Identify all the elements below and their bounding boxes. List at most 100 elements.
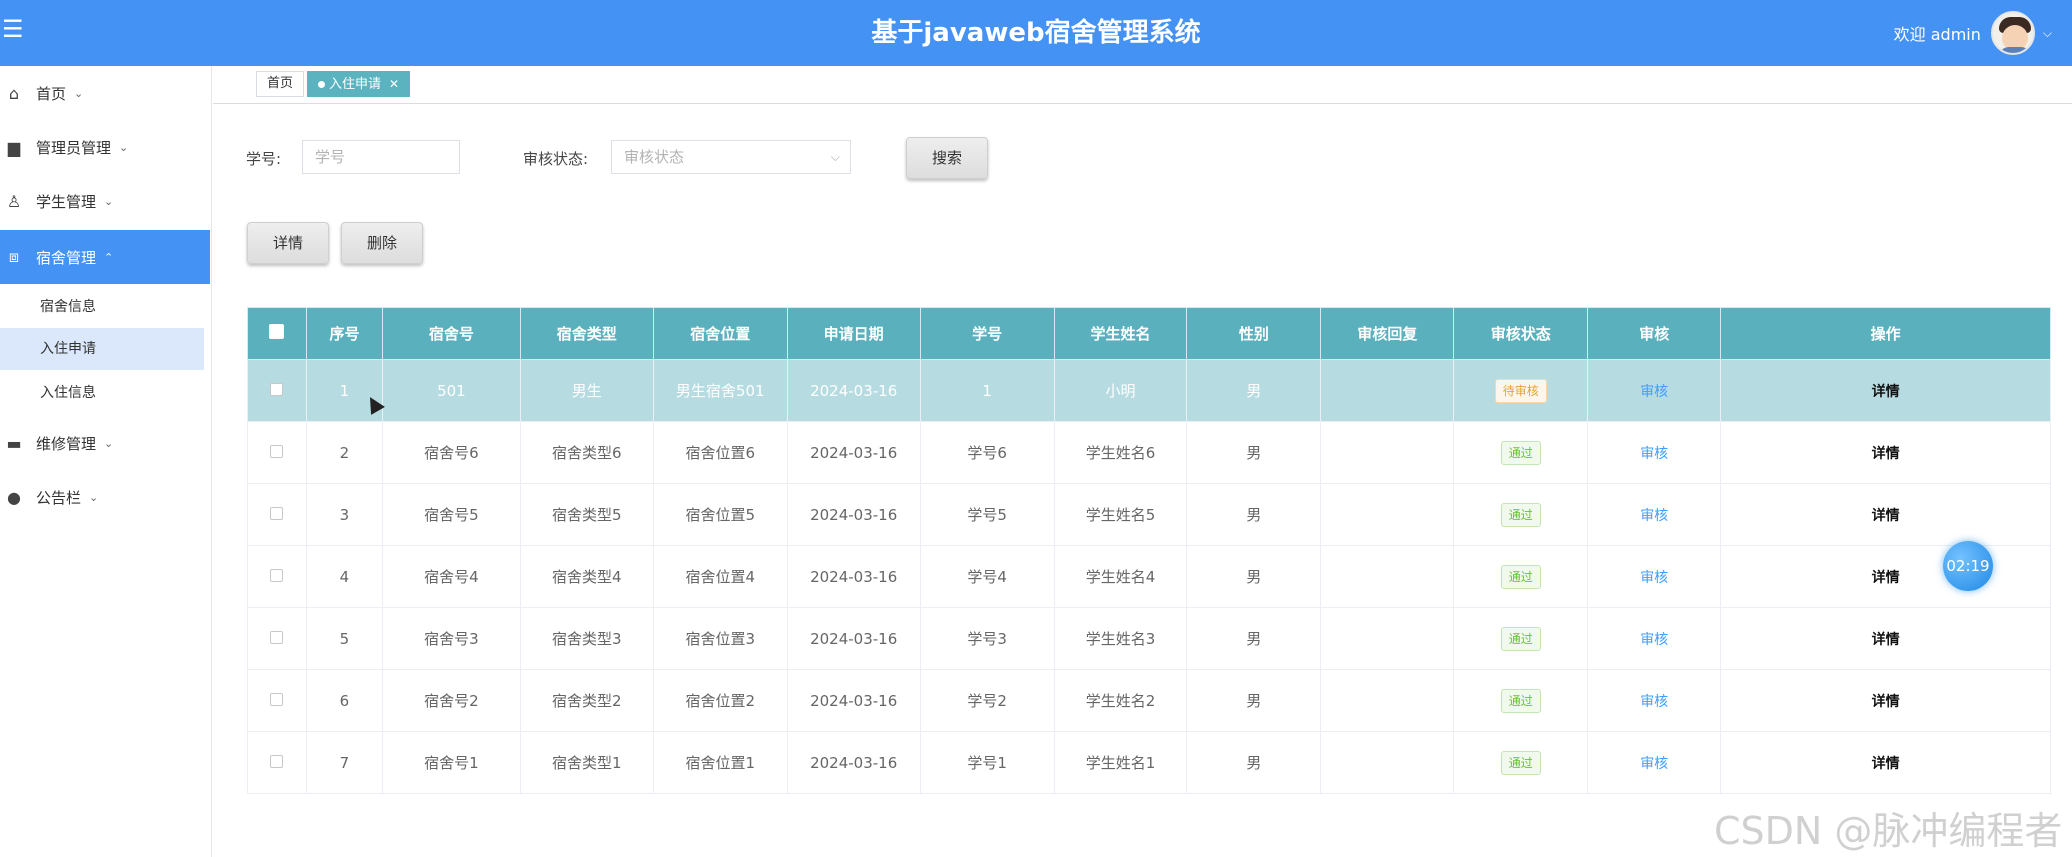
cell-student-id: 学号6	[967, 444, 1007, 462]
chip-icon: ⧈	[8, 247, 20, 266]
table-cell: 男	[1186, 731, 1322, 794]
sidebar-item-home[interactable]: ⌂ 首页 ⌄	[0, 66, 210, 120]
table-cell: 宿舍号6	[381, 421, 521, 484]
cell-gender: 男	[1246, 692, 1262, 710]
table-cell: 宿舍位置4	[652, 545, 788, 608]
table-cell: 通过	[1453, 545, 1589, 608]
sidebar-subitem-checkin-info[interactable]: 入住信息	[0, 372, 204, 414]
table-row[interactable]: 1 501 男生 男生宿舍501 2024-03-16 1 小明 男 待审核 审核 详情	[247, 359, 2051, 422]
audit-link[interactable]: 审核	[1640, 384, 1668, 400]
sidebar-item-notices[interactable]: ● 公告栏 ⌄	[0, 470, 210, 524]
chevron-up-icon: ⌃	[104, 250, 114, 264]
audit-link[interactable]: 审核	[1640, 694, 1668, 710]
table-cell: 2024-03-16	[786, 421, 921, 484]
cell-room-type: 宿舍类型3	[552, 630, 622, 648]
detail-link[interactable]: 详情	[1872, 694, 1900, 710]
row-checkbox[interactable]	[247, 359, 307, 422]
cell-index: 6	[339, 691, 350, 710]
timer-badge[interactable]: 02:19	[1943, 541, 1993, 591]
table-row[interactable]: 3 宿舍号5 宿舍类型5 宿舍位置5 2024-03-16 学号5 学生姓名5 男 通过 审核 详情	[247, 483, 2051, 546]
cell-room-type: 男生	[571, 382, 602, 400]
cell-student-name: 学生姓名1	[1085, 754, 1156, 772]
table-cell: 6	[305, 669, 383, 732]
audit-link[interactable]: 审核	[1640, 508, 1668, 524]
column-header: 宿舍位置	[652, 307, 788, 360]
table-cell: 2024-03-16	[786, 545, 921, 608]
detail-link[interactable]: 详情	[1872, 384, 1900, 400]
table-cell: 学生姓名3	[1053, 607, 1188, 670]
table-row[interactable]: 6 宿舍号2 宿舍类型2 宿舍位置2 2024-03-16 学号2 学生姓名2 男 通过 审核 详情	[247, 669, 2051, 732]
table-row[interactable]: 4 宿舍号4 宿舍类型4 宿舍位置4 2024-03-16 学号4 学生姓名4 男 通过 审核 详情	[247, 545, 2051, 608]
table-cell: 学生姓名5	[1053, 483, 1188, 546]
row-checkbox[interactable]	[247, 731, 307, 794]
student-id-label: 学号:	[246, 150, 282, 168]
table-cell	[1320, 359, 1455, 422]
audit-link[interactable]: 审核	[1640, 570, 1668, 586]
table-cell	[1320, 607, 1455, 670]
table-cell	[1320, 669, 1455, 732]
table-cell: 宿舍位置3	[652, 607, 788, 670]
detail-link[interactable]: 详情	[1872, 632, 1900, 648]
cell-room-type: 宿舍类型4	[552, 568, 622, 586]
detail-link[interactable]: 详情	[1872, 570, 1900, 586]
sidebar-item-admins[interactable]: ▆ 管理员管理 ⌄	[0, 120, 210, 174]
cell-room-type: 宿舍类型6	[552, 444, 622, 462]
wallet-icon: ▬	[6, 433, 22, 453]
table-row[interactable]: 7 宿舍号1 宿舍类型1 宿舍位置1 2024-03-16 学号1 学生姓名1 男 通过 审核 详情	[247, 731, 2051, 794]
select-all-checkbox[interactable]	[247, 307, 307, 360]
sidebar-item-label: 管理员管理	[36, 138, 112, 157]
status-badge: 通过	[1500, 502, 1541, 527]
tab-label: 首页	[267, 76, 294, 91]
status-badge: 通过	[1500, 750, 1541, 775]
row-checkbox[interactable]	[247, 421, 307, 484]
chevron-down-icon: ⌄	[89, 490, 99, 504]
sidebar-subitem-dorm-info[interactable]: 宿舍信息	[0, 286, 204, 328]
detail-link[interactable]: 详情	[1872, 756, 1900, 772]
status-select[interactable]: 审核状态 ⌵	[611, 140, 851, 174]
top-header: ☰ 基于javaweb宿舍管理系统 欢迎 admin ⌵	[0, 0, 2072, 66]
row-checkbox[interactable]	[247, 483, 307, 546]
tab-home[interactable]: 首页	[256, 71, 305, 97]
detail-link[interactable]: 详情	[1872, 508, 1900, 524]
chevron-down-icon[interactable]: ⌵	[2043, 26, 2052, 41]
sidebar-item-students[interactable]: ♙ 学生管理 ⌄	[0, 174, 210, 228]
column-header: 学号	[919, 307, 1055, 360]
table-cell: 1	[919, 359, 1055, 422]
table-cell: 2024-03-16	[786, 359, 921, 422]
table-header-row: 序号 宿舍号 宿舍类型 宿舍位置 申请日期 学号 学生姓名 性别 审核回复 审核…	[247, 307, 2051, 360]
table-row[interactable]: 2 宿舍号6 宿舍类型6 宿舍位置6 2024-03-16 学号6 学生姓名6 男 通过 审核 详情	[247, 421, 2051, 484]
table-cell: 学号3	[919, 607, 1055, 670]
table-cell: 2024-03-16	[786, 731, 921, 794]
table-cell: 详情	[1720, 359, 2051, 422]
tab-checkin-apply[interactable]: 入住申请 ✕	[307, 71, 411, 97]
row-checkbox[interactable]	[247, 669, 307, 732]
sidebar-subitem-checkin-apply[interactable]: 入住申请	[0, 328, 204, 370]
table-cell: 审核	[1587, 607, 1722, 670]
cell-apply-date: 2024-03-16	[810, 691, 898, 710]
detail-link[interactable]: 详情	[1872, 446, 1900, 462]
search-button[interactable]: 搜索	[906, 137, 988, 179]
user-menu[interactable]: 欢迎 admin ⌵	[1894, 8, 2052, 58]
sidebar-item-repairs[interactable]: ▬ 维修管理 ⌄	[0, 416, 210, 470]
close-icon[interactable]: ✕	[389, 77, 399, 91]
table-cell: 宿舍号5	[381, 483, 521, 546]
row-checkbox[interactable]	[247, 545, 307, 608]
cell-apply-date: 2024-03-16	[810, 443, 898, 462]
table-cell: 宿舍号3	[381, 607, 521, 670]
audit-link[interactable]: 审核	[1640, 756, 1668, 772]
row-checkbox[interactable]	[247, 607, 307, 670]
cell-gender: 男	[1246, 568, 1262, 586]
sidebar-item-dorms[interactable]: ⧈ 宿舍管理 ⌃	[0, 230, 210, 284]
audit-link[interactable]: 审核	[1640, 446, 1668, 462]
table-cell: 宿舍号2	[381, 669, 521, 732]
student-id-input[interactable]: 学号	[302, 140, 460, 174]
detail-button[interactable]: 详情	[247, 222, 329, 264]
table-row[interactable]: 5 宿舍号3 宿舍类型3 宿舍位置3 2024-03-16 学号3 学生姓名3 男 通过 审核 详情	[247, 607, 2051, 670]
briefcase-icon: ▆	[7, 137, 21, 157]
sidebar-item-label: 学生管理	[36, 192, 97, 211]
audit-link[interactable]: 审核	[1640, 632, 1668, 648]
avatar[interactable]	[1990, 11, 2035, 55]
delete-button[interactable]: 删除	[341, 222, 423, 264]
table-cell: 详情	[1720, 731, 2051, 794]
table-cell: 宿舍位置6	[652, 421, 788, 484]
